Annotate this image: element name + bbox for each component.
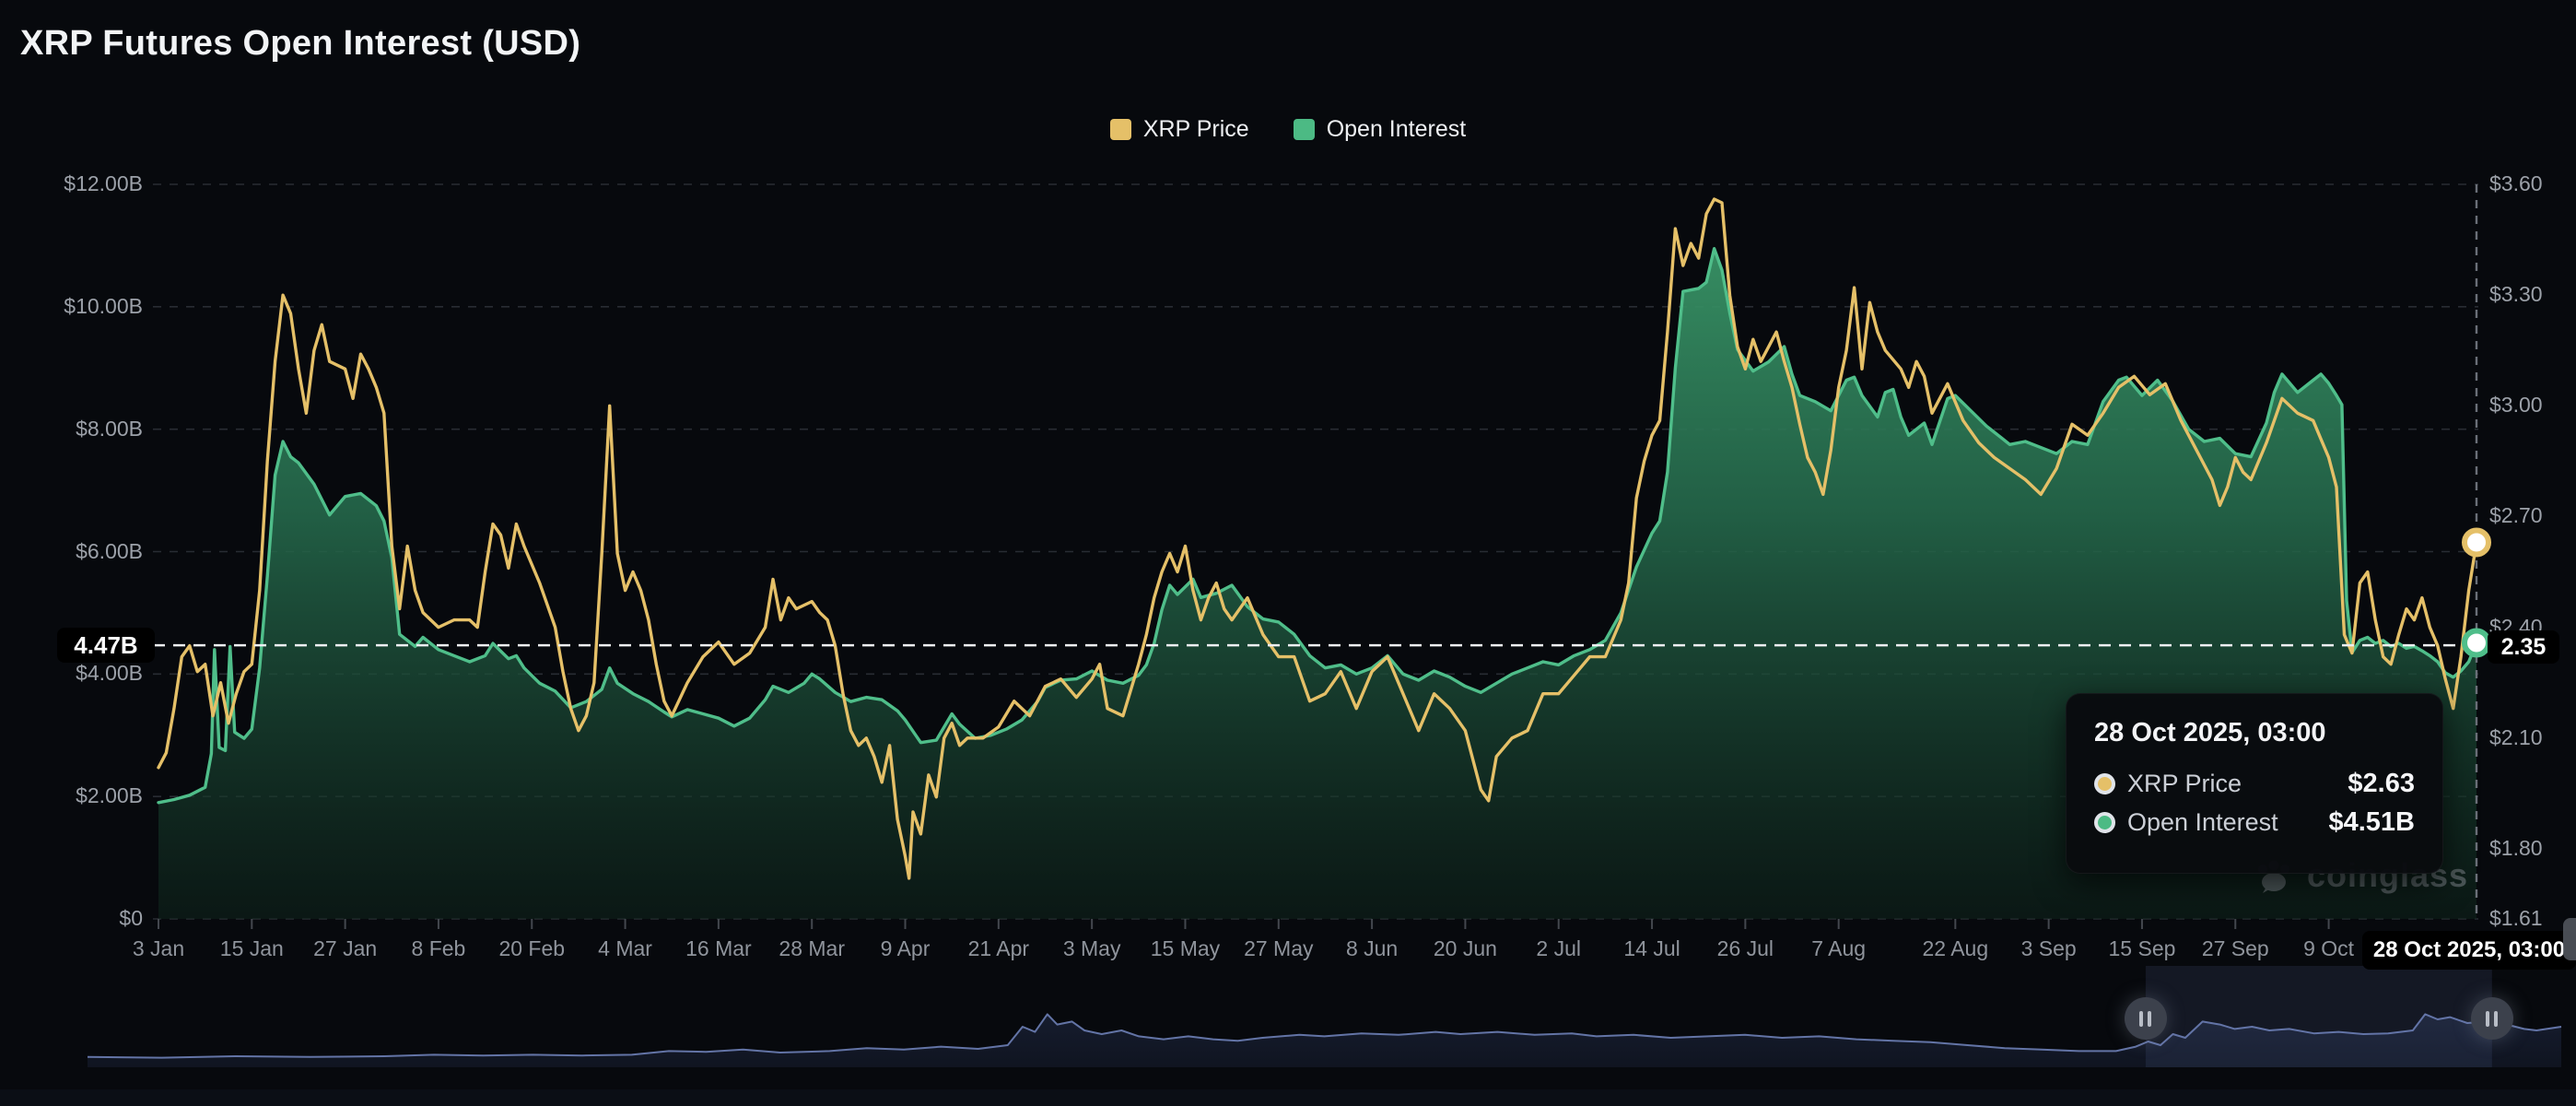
left-axis-label: $0 <box>0 906 143 931</box>
left-axis-label: $6.00B <box>0 539 143 564</box>
left-axis-label: $4.00B <box>0 661 143 686</box>
right-axis-label: $1.80 <box>2489 836 2543 861</box>
oi-chart-panel: XRP Futures Open Interest (USD) XRP Pric… <box>0 0 2576 1106</box>
right-axis-label: $3.00 <box>2489 393 2543 418</box>
tooltip: 28 Oct 2025, 03:00 XRP Price $2.63 Open … <box>2066 693 2443 874</box>
axis-corner-button[interactable] <box>2563 918 2576 960</box>
open-interest-marker <box>2465 630 2488 654</box>
footer-strip <box>0 1089 2576 1106</box>
legend-label-xrp-price: XRP Price <box>1143 116 1249 143</box>
right-axis-label: $3.30 <box>2489 282 2543 307</box>
tooltip-row-open-interest: Open Interest $4.51B <box>2094 807 2415 838</box>
left-axis-label: $10.00B <box>0 294 143 319</box>
navigator-selection[interactable] <box>2146 966 2492 1067</box>
current-price-axis-pill: 2.35 <box>2488 630 2559 664</box>
tooltip-date: 28 Oct 2025, 03:00 <box>2094 718 2415 748</box>
xrp-price-marker <box>2465 530 2488 554</box>
crosshair-date-pill: 28 Oct 2025, 03:00 <box>2362 931 2576 970</box>
x-axis-label: 26 Jul <box>1717 936 1774 961</box>
x-axis-label: 2 Jul <box>1536 936 1581 961</box>
page-title: XRP Futures Open Interest (USD) <box>20 24 580 64</box>
left-axis-label: $8.00B <box>0 417 143 441</box>
x-axis-label: 27 May <box>1244 936 1313 961</box>
x-axis-label: 20 Feb <box>498 936 565 961</box>
x-axis-label: 27 Jan <box>313 936 377 961</box>
legend-label-open-interest: Open Interest <box>1327 116 1466 143</box>
x-axis-label: 20 Jun <box>1434 936 1497 961</box>
legend-item-xrp-price[interactable]: XRP Price <box>1110 116 1249 143</box>
x-axis-label: 8 Jun <box>1346 936 1398 961</box>
tooltip-price-value: $2.63 <box>2348 769 2415 799</box>
tooltip-open-interest-value: $4.51B <box>2328 807 2415 838</box>
left-axis-label: $12.00B <box>0 171 143 196</box>
legend: XRP Price Open Interest <box>0 116 2576 143</box>
x-axis-label: 8 Feb <box>412 936 466 961</box>
x-axis-label: 7 Aug <box>1811 936 1866 961</box>
navigator-right-handle[interactable] <box>2471 997 2513 1040</box>
right-axis-label: $2.70 <box>2489 503 2543 528</box>
x-axis-label: 9 Apr <box>881 936 931 961</box>
price-dot-icon <box>2094 773 2115 794</box>
x-axis-label: 15 Sep <box>2109 936 2176 961</box>
open-interest-dot-icon <box>2094 812 2115 833</box>
xrp-price-swatch-icon <box>1110 119 1131 140</box>
right-axis-label: $2.10 <box>2489 725 2543 750</box>
left-axis-label: $2.00B <box>0 783 143 808</box>
x-axis-label: 15 Jan <box>220 936 284 961</box>
tooltip-price-label: XRP Price <box>2127 770 2348 798</box>
navigator-left-handle[interactable] <box>2125 997 2167 1040</box>
right-axis-label: $1.61 <box>2489 906 2543 931</box>
tooltip-open-interest-label: Open Interest <box>2127 808 2328 837</box>
x-axis-label: 27 Sep <box>2202 936 2269 961</box>
right-axis-label: $3.60 <box>2489 171 2543 196</box>
x-axis-label: 21 Apr <box>968 936 1030 961</box>
x-axis-label: 14 Jul <box>1623 936 1680 961</box>
x-axis-label: 28 Mar <box>779 936 845 961</box>
x-axis-label: 3 Jan <box>133 936 184 961</box>
x-axis-label: 3 Sep <box>2021 936 2077 961</box>
x-axis-label: 9 Oct <box>2303 936 2354 961</box>
x-axis-label: 15 May <box>1151 936 1220 961</box>
tooltip-row-price: XRP Price $2.63 <box>2094 769 2415 799</box>
x-axis-label: 22 Aug <box>1922 936 1988 961</box>
legend-item-open-interest[interactable]: Open Interest <box>1294 116 1466 143</box>
x-axis-label: 4 Mar <box>598 936 652 961</box>
x-axis-label: 3 May <box>1063 936 1121 961</box>
x-axis-label: 16 Mar <box>685 936 752 961</box>
open-interest-swatch-icon <box>1294 119 1315 140</box>
current-oi-value-pill: 4.47B <box>57 628 155 663</box>
